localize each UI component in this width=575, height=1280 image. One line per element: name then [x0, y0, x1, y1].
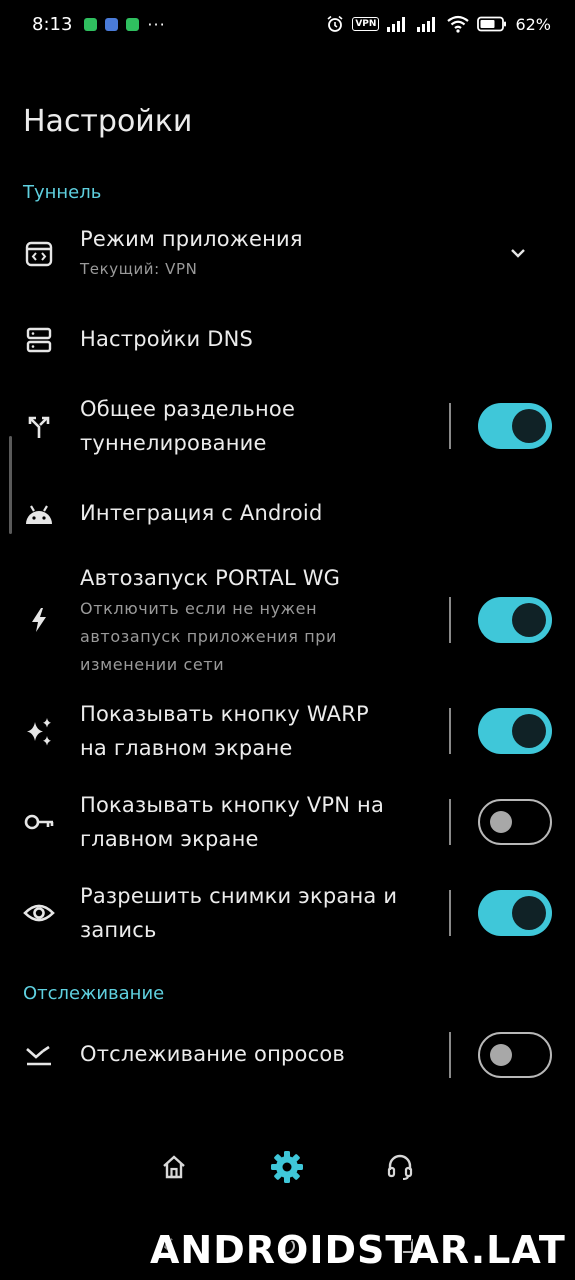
divider: [449, 403, 451, 449]
bottom-navigation: [0, 1138, 575, 1198]
android-title: Интеграция с Android: [80, 501, 323, 525]
alarm-icon: [327, 15, 343, 32]
polling-text: Отслеживание опросов: [80, 1037, 345, 1071]
bolt-icon: [22, 603, 56, 637]
toggle-knob: [490, 1043, 512, 1066]
autostart-row[interactable]: Автозапуск PORTAL WG Отключить если не н…: [0, 561, 575, 679]
whatsapp-icon: [84, 17, 98, 31]
vpn-button-title-line2: главном экране: [80, 827, 259, 851]
toggle-knob: [512, 896, 546, 930]
status-time: 8:13: [32, 13, 73, 35]
notification-icon: [105, 17, 119, 31]
vpn-button-title-line1: Показывать кнопку VPN на: [80, 793, 385, 817]
polling-title: Отслеживание опросов: [80, 1042, 345, 1066]
toggle-knob: [512, 603, 546, 637]
split-tunnel-toggle[interactable]: [478, 403, 552, 449]
more-notifications-icon: ···: [147, 14, 166, 34]
divider: [449, 708, 451, 754]
autostart-sub-line2: автозапуск приложения при: [80, 627, 338, 646]
battery-icon: [477, 16, 507, 32]
key-icon: [22, 805, 56, 839]
toggle-knob: [512, 714, 546, 748]
split-tunnel-row[interactable]: Общее раздельное туннелирование: [0, 392, 575, 460]
autostart-sub-line3: изменении сети: [80, 655, 225, 674]
status-bar-left: 8:13 ···: [32, 14, 166, 35]
app-mode-text: Режим приложения Текущий: VPN: [80, 222, 303, 282]
split-tunnel-title-line1: Общее раздельное: [80, 397, 296, 421]
autostart-sub-line1: Отключить если не нужен: [80, 599, 318, 618]
app-mode-subtitle: Текущий: VPN: [80, 260, 198, 278]
screenshots-row[interactable]: Разрешить снимки экрана и запись: [0, 879, 575, 947]
watermark: ANDROIDSTAR.LAT: [150, 1228, 566, 1272]
dns-settings-row[interactable]: Настройки DNS: [0, 318, 575, 362]
vpn-button-text: Показывать кнопку VPN на главном экране: [80, 788, 384, 856]
polling-toggle[interactable]: [478, 1032, 552, 1078]
screenshots-title-line2: запись: [80, 918, 157, 942]
autostart-title: Автозапуск PORTAL WG: [80, 566, 341, 590]
autostart-text: Автозапуск PORTAL WG Отключить если не н…: [80, 561, 340, 679]
section-header-tracking: Отслеживание: [23, 983, 165, 1004]
warp-button-toggle[interactable]: [478, 708, 552, 754]
home-icon[interactable]: [157, 1150, 191, 1184]
app-mode-row[interactable]: Режим приложения Текущий: VPN: [0, 222, 575, 286]
call-split-icon: [22, 409, 56, 443]
warp-button-text: Показывать кнопку WARP на главном экране: [80, 697, 369, 765]
section-header-tunnel: Туннель: [23, 182, 102, 203]
split-tunnel-title-line2: туннелирование: [80, 431, 267, 455]
vpn-button-toggle[interactable]: [478, 799, 552, 845]
android-icon: [22, 497, 56, 531]
eye-icon: [22, 896, 56, 930]
divider: [449, 799, 451, 845]
polling-row[interactable]: Отслеживание опросов: [0, 1031, 575, 1079]
app-window-icon: [22, 237, 56, 271]
screenshots-toggle[interactable]: [478, 890, 552, 936]
status-bar-right: VPN 62%: [326, 15, 551, 34]
status-bar: 8:13 ··· VPN 62%: [0, 0, 575, 48]
android-text: Интеграция с Android: [80, 496, 323, 530]
headset-icon[interactable]: [383, 1150, 417, 1184]
warp-button-title-line1: Показывать кнопку WARP: [80, 702, 369, 726]
sparkles-icon: [22, 715, 56, 749]
warp-button-title-line2: на главном экране: [80, 736, 293, 760]
toggle-knob: [490, 810, 512, 833]
dns-server-icon: [22, 323, 56, 357]
dns-text: Настройки DNS: [80, 322, 253, 356]
polling-tracking-icon: [22, 1038, 56, 1072]
page-title: Настройки: [23, 104, 193, 139]
split-tunnel-text: Общее раздельное туннелирование: [80, 392, 295, 460]
wifi-icon: [447, 15, 470, 33]
screenshots-text: Разрешить снимки экрана и запись: [80, 879, 397, 947]
signal-icon-2: [417, 17, 436, 32]
warp-button-row[interactable]: Показывать кнопку WARP на главном экране: [0, 697, 575, 765]
android-integration-row[interactable]: Интеграция с Android: [0, 492, 575, 536]
autostart-toggle[interactable]: [478, 597, 552, 643]
gear-icon[interactable]: [270, 1150, 304, 1184]
vpn-button-row[interactable]: Показывать кнопку VPN на главном экране: [0, 788, 575, 856]
screenshots-title-line1: Разрешить снимки экрана и: [80, 884, 398, 908]
app-notification-icon: [126, 17, 140, 31]
vpn-status-icon: VPN: [352, 17, 380, 31]
scroll-indicator[interactable]: [9, 436, 12, 534]
battery-percent: 62%: [515, 14, 551, 34]
chevron-down-icon[interactable]: [506, 241, 530, 265]
app-mode-title: Режим приложения: [80, 227, 303, 251]
toggle-knob: [512, 409, 546, 443]
divider: [449, 597, 451, 643]
divider: [449, 1032, 451, 1078]
divider: [449, 890, 451, 936]
dns-title: Настройки DNS: [80, 327, 254, 351]
signal-icon: [387, 17, 406, 32]
